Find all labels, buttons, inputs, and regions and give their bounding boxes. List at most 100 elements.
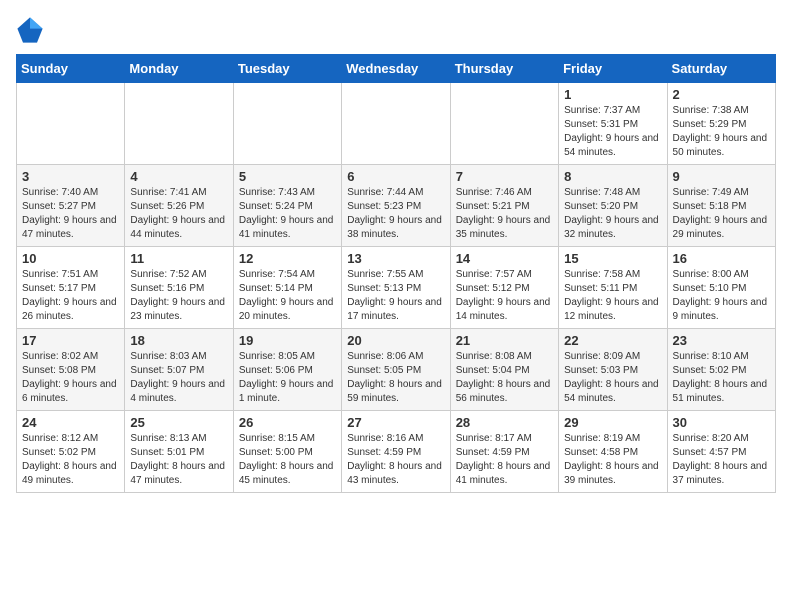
calendar-week-row: 10 Sunrise: 7:51 AM Sunset: 5:17 PM Dayli… xyxy=(17,247,776,329)
day-number: 25 xyxy=(130,415,227,430)
calendar-week-row: 17 Sunrise: 8:02 AM Sunset: 5:08 PM Dayli… xyxy=(17,329,776,411)
calendar-cell: 28 Sunrise: 8:17 AM Sunset: 4:59 PM Dayli… xyxy=(450,411,558,493)
day-info: Sunrise: 8:17 AM Sunset: 4:59 PM Dayligh… xyxy=(456,432,553,488)
calendar-cell: 9Sunrise: 7:49 AM Sunset: 5:18 PM Daylig… xyxy=(667,165,775,247)
calendar-header-saturday: Saturday xyxy=(667,55,775,83)
day-info: Sunrise: 7:52 AM Sunset: 5:16 PM Dayligh… xyxy=(130,268,227,324)
calendar-table: SundayMondayTuesdayWednesdayThursdayFrid… xyxy=(16,54,776,493)
day-number: 3 xyxy=(22,169,119,184)
day-info: Sunrise: 7:48 AM Sunset: 5:20 PM Dayligh… xyxy=(564,186,661,242)
day-info: Sunrise: 8:05 AM Sunset: 5:06 PM Dayligh… xyxy=(239,350,336,406)
calendar-header-sunday: Sunday xyxy=(17,55,125,83)
calendar-header-wednesday: Wednesday xyxy=(342,55,450,83)
day-number: 15 xyxy=(564,251,661,266)
calendar-cell: 3 Sunrise: 7:40 AM Sunset: 5:27 PM Daylig… xyxy=(17,165,125,247)
day-number: 19 xyxy=(239,333,336,348)
day-number: 10 xyxy=(22,251,119,266)
day-info: Sunrise: 7:37 AM Sunset: 5:31 PM Dayligh… xyxy=(564,104,661,160)
day-info: Sunrise: 8:08 AM Sunset: 5:04 PM Dayligh… xyxy=(456,350,553,406)
day-number: 7 xyxy=(456,169,553,184)
calendar-week-row: 1 Sunrise: 7:37 AM Sunset: 5:31 PM Daylig… xyxy=(17,83,776,165)
day-info: Sunrise: 7:51 AM Sunset: 5:17 PM Dayligh… xyxy=(22,268,119,324)
page-header xyxy=(16,16,776,44)
day-number: 16 xyxy=(673,251,770,266)
calendar-cell: 15 Sunrise: 7:58 AM Sunset: 5:11 PM Dayli… xyxy=(559,247,667,329)
calendar-cell: 7 Sunrise: 7:46 AM Sunset: 5:21 PM Daylig… xyxy=(450,165,558,247)
calendar-cell: 19 Sunrise: 8:05 AM Sunset: 5:06 PM Dayli… xyxy=(233,329,341,411)
day-number: 4 xyxy=(130,169,227,184)
day-number: 11 xyxy=(130,251,227,266)
calendar-cell: 21 Sunrise: 8:08 AM Sunset: 5:04 PM Dayli… xyxy=(450,329,558,411)
calendar-cell: 26 Sunrise: 8:15 AM Sunset: 5:00 PM Dayli… xyxy=(233,411,341,493)
calendar-cell: 12 Sunrise: 7:54 AM Sunset: 5:14 PM Dayli… xyxy=(233,247,341,329)
day-number: 20 xyxy=(347,333,444,348)
day-number: 27 xyxy=(347,415,444,430)
day-info: Sunrise: 8:16 AM Sunset: 4:59 PM Dayligh… xyxy=(347,432,444,488)
day-info: Sunrise: 7:38 AM Sunset: 5:29 PM Dayligh… xyxy=(673,104,770,160)
day-number: 17 xyxy=(22,333,119,348)
day-info: Sunrise: 8:03 AM Sunset: 5:07 PM Dayligh… xyxy=(130,350,227,406)
calendar-header-monday: Monday xyxy=(125,55,233,83)
logo-icon xyxy=(16,16,44,44)
day-info: Sunrise: 7:46 AM Sunset: 5:21 PM Dayligh… xyxy=(456,186,553,242)
day-number: 24 xyxy=(22,415,119,430)
day-info: Sunrise: 8:02 AM Sunset: 5:08 PM Dayligh… xyxy=(22,350,119,406)
calendar-cell: 14 Sunrise: 7:57 AM Sunset: 5:12 PM Dayli… xyxy=(450,247,558,329)
day-info: Sunrise: 8:15 AM Sunset: 5:00 PM Dayligh… xyxy=(239,432,336,488)
day-number: 26 xyxy=(239,415,336,430)
calendar-cell: 16 Sunrise: 8:00 AM Sunset: 5:10 PM Dayli… xyxy=(667,247,775,329)
day-number: 13 xyxy=(347,251,444,266)
calendar-header-tuesday: Tuesday xyxy=(233,55,341,83)
day-info: Sunrise: 8:20 AM Sunset: 4:57 PM Dayligh… xyxy=(673,432,770,488)
day-number: 21 xyxy=(456,333,553,348)
day-info: Sunrise: 7:55 AM Sunset: 5:13 PM Dayligh… xyxy=(347,268,444,324)
day-info: Sunrise: 8:00 AM Sunset: 5:10 PM Dayligh… xyxy=(673,268,770,324)
calendar-cell xyxy=(342,83,450,165)
day-number: 5 xyxy=(239,169,336,184)
calendar-cell: 18Sunrise: 8:03 AM Sunset: 5:07 PM Dayli… xyxy=(125,329,233,411)
calendar-cell: 17 Sunrise: 8:02 AM Sunset: 5:08 PM Dayli… xyxy=(17,329,125,411)
calendar-cell: 30 Sunrise: 8:20 AM Sunset: 4:57 PM Dayli… xyxy=(667,411,775,493)
calendar-header-friday: Friday xyxy=(559,55,667,83)
calendar-cell: 22 Sunrise: 8:09 AM Sunset: 5:03 PM Dayli… xyxy=(559,329,667,411)
day-number: 29 xyxy=(564,415,661,430)
day-info: Sunrise: 8:10 AM Sunset: 5:02 PM Dayligh… xyxy=(673,350,770,406)
calendar-cell: 10 Sunrise: 7:51 AM Sunset: 5:17 PM Dayli… xyxy=(17,247,125,329)
day-number: 30 xyxy=(673,415,770,430)
day-info: Sunrise: 8:09 AM Sunset: 5:03 PM Dayligh… xyxy=(564,350,661,406)
day-number: 1 xyxy=(564,87,661,102)
day-number: 12 xyxy=(239,251,336,266)
day-info: Sunrise: 7:43 AM Sunset: 5:24 PM Dayligh… xyxy=(239,186,336,242)
day-info: Sunrise: 7:40 AM Sunset: 5:27 PM Dayligh… xyxy=(22,186,119,242)
calendar-cell xyxy=(233,83,341,165)
calendar-cell: 25 Sunrise: 8:13 AM Sunset: 5:01 PM Dayli… xyxy=(125,411,233,493)
day-info: Sunrise: 7:58 AM Sunset: 5:11 PM Dayligh… xyxy=(564,268,661,324)
day-info: Sunrise: 7:49 AM Sunset: 5:18 PM Dayligh… xyxy=(673,186,770,242)
calendar-header-row: SundayMondayTuesdayWednesdayThursdayFrid… xyxy=(17,55,776,83)
day-number: 23 xyxy=(673,333,770,348)
calendar-cell: 11 Sunrise: 7:52 AM Sunset: 5:16 PM Dayli… xyxy=(125,247,233,329)
calendar-header-thursday: Thursday xyxy=(450,55,558,83)
calendar-cell xyxy=(17,83,125,165)
day-info: Sunrise: 8:19 AM Sunset: 4:58 PM Dayligh… xyxy=(564,432,661,488)
day-info: Sunrise: 8:12 AM Sunset: 5:02 PM Dayligh… xyxy=(22,432,119,488)
day-number: 14 xyxy=(456,251,553,266)
calendar-cell: 4 Sunrise: 7:41 AM Sunset: 5:26 PM Daylig… xyxy=(125,165,233,247)
day-info: Sunrise: 7:44 AM Sunset: 5:23 PM Dayligh… xyxy=(347,186,444,242)
day-number: 28 xyxy=(456,415,553,430)
calendar-cell: 5 Sunrise: 7:43 AM Sunset: 5:24 PM Daylig… xyxy=(233,165,341,247)
calendar-cell: 1 Sunrise: 7:37 AM Sunset: 5:31 PM Daylig… xyxy=(559,83,667,165)
day-info: Sunrise: 8:13 AM Sunset: 5:01 PM Dayligh… xyxy=(130,432,227,488)
calendar-cell: 29 Sunrise: 8:19 AM Sunset: 4:58 PM Dayli… xyxy=(559,411,667,493)
calendar-cell: 27 Sunrise: 8:16 AM Sunset: 4:59 PM Dayli… xyxy=(342,411,450,493)
calendar-cell xyxy=(125,83,233,165)
day-info: Sunrise: 8:06 AM Sunset: 5:05 PM Dayligh… xyxy=(347,350,444,406)
day-number: 8 xyxy=(564,169,661,184)
calendar-cell: 20 Sunrise: 8:06 AM Sunset: 5:05 PM Dayli… xyxy=(342,329,450,411)
day-number: 22 xyxy=(564,333,661,348)
day-info: Sunrise: 7:41 AM Sunset: 5:26 PM Dayligh… xyxy=(130,186,227,242)
day-info: Sunrise: 7:57 AM Sunset: 5:12 PM Dayligh… xyxy=(456,268,553,324)
calendar-week-row: 24 Sunrise: 8:12 AM Sunset: 5:02 PM Dayli… xyxy=(17,411,776,493)
day-info: Sunrise: 7:54 AM Sunset: 5:14 PM Dayligh… xyxy=(239,268,336,324)
logo xyxy=(16,16,48,44)
